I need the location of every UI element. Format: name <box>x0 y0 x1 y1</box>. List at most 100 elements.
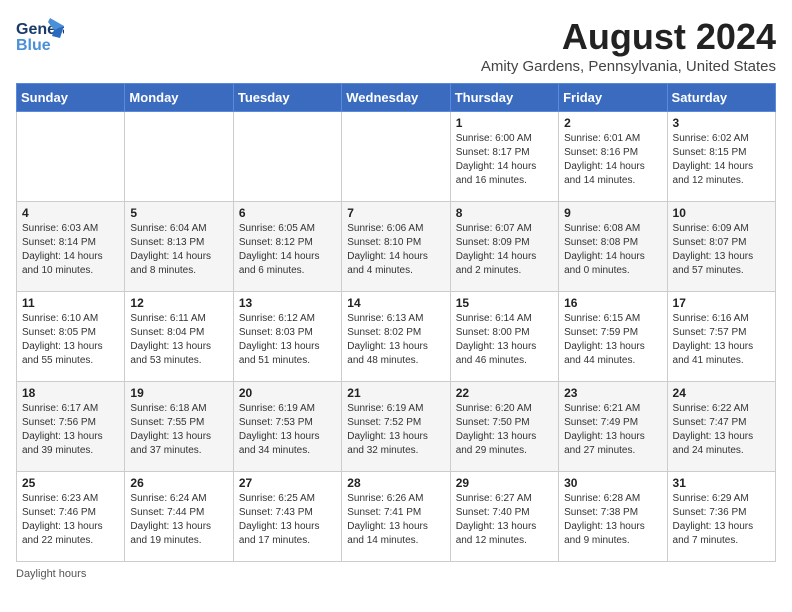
day-number: 17 <box>673 296 770 310</box>
day-number: 12 <box>130 296 227 310</box>
day-info: Sunrise: 6:28 AM Sunset: 7:38 PM Dayligh… <box>564 492 661 548</box>
day-number: 16 <box>564 296 661 310</box>
calendar-cell: 8Sunrise: 6:07 AM Sunset: 8:09 PM Daylig… <box>450 202 558 292</box>
calendar-header-row: SundayMondayTuesdayWednesdayThursdayFrid… <box>17 84 776 112</box>
day-info: Sunrise: 6:17 AM Sunset: 7:56 PM Dayligh… <box>22 402 119 458</box>
calendar-cell: 22Sunrise: 6:20 AM Sunset: 7:50 PM Dayli… <box>450 382 558 472</box>
day-info: Sunrise: 6:01 AM Sunset: 8:16 PM Dayligh… <box>564 132 661 188</box>
calendar-cell: 24 Sunrise: 6:22 AM Sunset: 7:47 PM Dayli… <box>667 382 775 472</box>
title-block: August 2024 Amity Gardens, Pennsylvania,… <box>481 16 776 75</box>
calendar-cell: 2 Sunrise: 6:01 AM Sunset: 8:16 PM Daylig… <box>559 112 667 202</box>
calendar-cell: 3 Sunrise: 6:02 AM Sunset: 8:15 PM Daylig… <box>667 112 775 202</box>
day-info: Sunrise: 6:09 AM Sunset: 8:07 PM Dayligh… <box>673 222 770 278</box>
day-number: 4 <box>22 206 119 220</box>
day-info: Sunrise: 6:29 AM Sunset: 7:36 PM Dayligh… <box>673 492 770 548</box>
calendar-week-4: 18 Sunrise: 6:17 AM Sunset: 7:56 PM Dayli… <box>17 382 776 472</box>
calendar-cell: 9Sunrise: 6:08 AM Sunset: 8:08 PM Daylig… <box>559 202 667 292</box>
day-header-tuesday: Tuesday <box>233 84 341 112</box>
day-number: 18 <box>22 386 119 400</box>
day-number: 2 <box>564 116 661 130</box>
calendar-week-1: 1Sunrise: 6:00 AM Sunset: 8:17 PM Daylig… <box>17 112 776 202</box>
calendar-week-3: 11 Sunrise: 6:10 AM Sunset: 8:05 PM Dayli… <box>17 292 776 382</box>
day-info: Sunrise: 6:22 AM Sunset: 7:47 PM Dayligh… <box>673 402 770 458</box>
calendar-cell: 16 Sunrise: 6:15 AM Sunset: 7:59 PM Dayli… <box>559 292 667 382</box>
day-number: 15 <box>456 296 553 310</box>
calendar-cell: 18 Sunrise: 6:17 AM Sunset: 7:56 PM Dayli… <box>17 382 125 472</box>
main-title: August 2024 <box>481 16 776 58</box>
day-number: 23 <box>564 386 661 400</box>
footer-note: Daylight hours <box>16 568 776 580</box>
calendar-cell: 25Sunrise: 6:23 AM Sunset: 7:46 PM Dayli… <box>17 472 125 562</box>
calendar-cell: 10 Sunrise: 6:09 AM Sunset: 8:07 PM Dayli… <box>667 202 775 292</box>
day-number: 5 <box>130 206 227 220</box>
day-info: Sunrise: 6:20 AM Sunset: 7:50 PM Dayligh… <box>456 402 553 458</box>
calendar-cell: 5 Sunrise: 6:04 AM Sunset: 8:13 PM Daylig… <box>125 202 233 292</box>
day-number: 25 <box>22 476 119 490</box>
day-number: 7 <box>347 206 444 220</box>
day-number: 19 <box>130 386 227 400</box>
day-header-thursday: Thursday <box>450 84 558 112</box>
logo: General Blue <box>16 16 64 61</box>
calendar-cell: 19 Sunrise: 6:18 AM Sunset: 7:55 PM Dayli… <box>125 382 233 472</box>
day-info: Sunrise: 6:25 AM Sunset: 7:43 PM Dayligh… <box>239 492 336 548</box>
day-info: Sunrise: 6:04 AM Sunset: 8:13 PM Dayligh… <box>130 222 227 278</box>
day-number: 6 <box>239 206 336 220</box>
day-info: Sunrise: 6:12 AM Sunset: 8:03 PM Dayligh… <box>239 312 336 368</box>
day-info: Sunrise: 6:13 AM Sunset: 8:02 PM Dayligh… <box>347 312 444 368</box>
day-header-friday: Friday <box>559 84 667 112</box>
day-info: Sunrise: 6:26 AM Sunset: 7:41 PM Dayligh… <box>347 492 444 548</box>
day-info: Sunrise: 6:18 AM Sunset: 7:55 PM Dayligh… <box>130 402 227 458</box>
day-info: Sunrise: 6:10 AM Sunset: 8:05 PM Dayligh… <box>22 312 119 368</box>
calendar-cell <box>125 112 233 202</box>
day-info: Sunrise: 6:19 AM Sunset: 7:53 PM Dayligh… <box>239 402 336 458</box>
day-header-sunday: Sunday <box>17 84 125 112</box>
calendar-week-2: 4 Sunrise: 6:03 AM Sunset: 8:14 PM Daylig… <box>17 202 776 292</box>
day-info: Sunrise: 6:16 AM Sunset: 7:57 PM Dayligh… <box>673 312 770 368</box>
day-number: 8 <box>456 206 553 220</box>
subtitle: Amity Gardens, Pennsylvania, United Stat… <box>481 58 776 75</box>
day-info: Sunrise: 6:03 AM Sunset: 8:14 PM Dayligh… <box>22 222 119 278</box>
day-number: 27 <box>239 476 336 490</box>
calendar-cell: 29Sunrise: 6:27 AM Sunset: 7:40 PM Dayli… <box>450 472 558 562</box>
calendar-cell: 21 Sunrise: 6:19 AM Sunset: 7:52 PM Dayli… <box>342 382 450 472</box>
calendar-cell: 11 Sunrise: 6:10 AM Sunset: 8:05 PM Dayli… <box>17 292 125 382</box>
day-number: 20 <box>239 386 336 400</box>
day-number: 26 <box>130 476 227 490</box>
day-number: 10 <box>673 206 770 220</box>
day-info: Sunrise: 6:21 AM Sunset: 7:49 PM Dayligh… <box>564 402 661 458</box>
calendar-week-5: 25Sunrise: 6:23 AM Sunset: 7:46 PM Dayli… <box>17 472 776 562</box>
day-number: 31 <box>673 476 770 490</box>
calendar-cell <box>233 112 341 202</box>
calendar-cell: 4 Sunrise: 6:03 AM Sunset: 8:14 PM Daylig… <box>17 202 125 292</box>
day-header-wednesday: Wednesday <box>342 84 450 112</box>
calendar-cell: 20 Sunrise: 6:19 AM Sunset: 7:53 PM Dayli… <box>233 382 341 472</box>
calendar-cell: 1Sunrise: 6:00 AM Sunset: 8:17 PM Daylig… <box>450 112 558 202</box>
day-number: 14 <box>347 296 444 310</box>
day-number: 13 <box>239 296 336 310</box>
day-number: 1 <box>456 116 553 130</box>
svg-text:Blue: Blue <box>16 37 51 54</box>
calendar-cell: 28 Sunrise: 6:26 AM Sunset: 7:41 PM Dayli… <box>342 472 450 562</box>
day-number: 11 <box>22 296 119 310</box>
calendar-cell <box>17 112 125 202</box>
calendar-cell: 7 Sunrise: 6:06 AM Sunset: 8:10 PM Daylig… <box>342 202 450 292</box>
calendar-cell: 23 Sunrise: 6:21 AM Sunset: 7:49 PM Dayli… <box>559 382 667 472</box>
day-number: 24 <box>673 386 770 400</box>
day-number: 29 <box>456 476 553 490</box>
calendar-cell: 6Sunrise: 6:05 AM Sunset: 8:12 PM Daylig… <box>233 202 341 292</box>
calendar-cell: 26 Sunrise: 6:24 AM Sunset: 7:44 PM Dayli… <box>125 472 233 562</box>
day-info: Sunrise: 6:15 AM Sunset: 7:59 PM Dayligh… <box>564 312 661 368</box>
day-number: 21 <box>347 386 444 400</box>
day-info: Sunrise: 6:08 AM Sunset: 8:08 PM Dayligh… <box>564 222 661 278</box>
calendar-cell: 12Sunrise: 6:11 AM Sunset: 8:04 PM Dayli… <box>125 292 233 382</box>
day-info: Sunrise: 6:06 AM Sunset: 8:10 PM Dayligh… <box>347 222 444 278</box>
day-info: Sunrise: 6:02 AM Sunset: 8:15 PM Dayligh… <box>673 132 770 188</box>
day-number: 28 <box>347 476 444 490</box>
day-info: Sunrise: 6:24 AM Sunset: 7:44 PM Dayligh… <box>130 492 227 548</box>
day-info: Sunrise: 6:19 AM Sunset: 7:52 PM Dayligh… <box>347 402 444 458</box>
day-number: 3 <box>673 116 770 130</box>
day-header-saturday: Saturday <box>667 84 775 112</box>
calendar-cell: 13 Sunrise: 6:12 AM Sunset: 8:03 PM Dayli… <box>233 292 341 382</box>
day-header-monday: Monday <box>125 84 233 112</box>
calendar-cell: 17 Sunrise: 6:16 AM Sunset: 7:57 PM Dayli… <box>667 292 775 382</box>
